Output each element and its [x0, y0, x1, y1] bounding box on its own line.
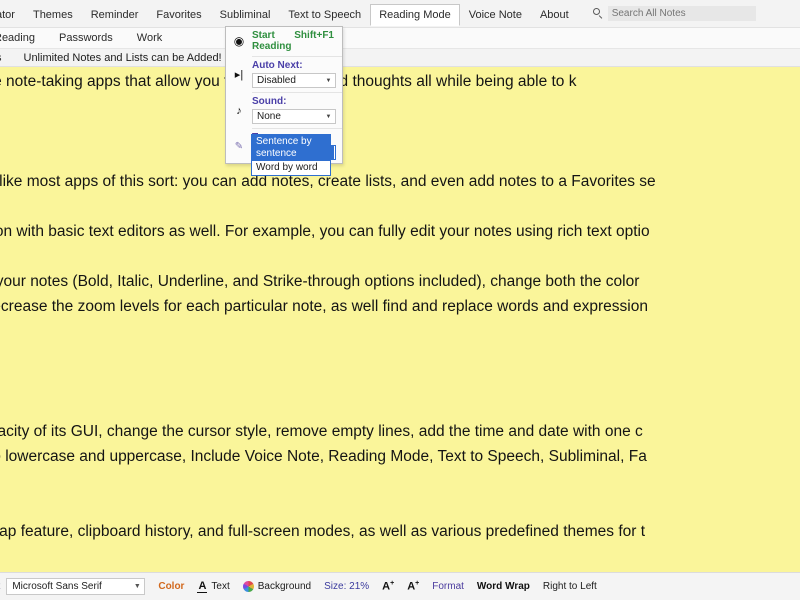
note-editor[interactable]: of many freeware note-taking apps that a… — [0, 67, 800, 572]
tab-reading[interactable]: Reading — [0, 29, 47, 47]
color-button[interactable]: Color — [158, 581, 184, 592]
start-reading-shortcut: Shift+F1 — [294, 30, 334, 41]
menu-item-ator[interactable]: ator — [0, 4, 24, 26]
menu-item-favorites[interactable]: Favorites — [147, 4, 210, 26]
word-wrap-button[interactable]: Word Wrap — [477, 581, 530, 592]
type-option-word-by-word[interactable]: Word by word — [252, 161, 330, 175]
note-line — [0, 194, 800, 219]
menu-item-reminder[interactable]: Reminder — [82, 4, 148, 26]
start-reading-row[interactable]: ◉ Start Reading Shift+F1 — [226, 27, 342, 55]
note-line — [0, 319, 800, 344]
start-reading-label: Start Reading — [252, 30, 292, 52]
decrease-font-button[interactable]: A+ — [407, 580, 419, 593]
note-line: to change the opacity of its GUI, change… — [0, 423, 643, 440]
font-family-select[interactable]: Microsoft Sans Serif ▼ — [6, 578, 146, 595]
note-line — [0, 244, 800, 269]
search-input[interactable] — [607, 6, 756, 21]
skip-next-icon: ▸| — [234, 69, 244, 81]
note-line — [0, 144, 800, 169]
start-reading-entry[interactable]: Start Reading Shift+F1 — [252, 27, 338, 55]
menu-divider — [252, 56, 342, 57]
note-line: Pro Notes is just like most apps of this… — [0, 173, 656, 190]
note-line: as a lot in common with basic text edito… — [0, 223, 650, 240]
tab-passwords[interactable]: Passwords — [47, 29, 125, 47]
menu-item-voice-note[interactable]: Voice Note — [460, 4, 531, 26]
chevron-down-icon: ▼ — [325, 77, 332, 84]
background-color-label: Background — [257, 581, 312, 592]
play-record-icon: ◉ — [233, 34, 245, 48]
type-options-list[interactable]: Sentence by sentence Word by word — [251, 134, 331, 176]
sound-value: None — [257, 111, 281, 122]
music-note-icon: ♪ — [236, 104, 242, 117]
note-line — [0, 394, 800, 419]
search-area — [592, 6, 756, 22]
menu-divider — [252, 92, 342, 93]
info-strip-banner: Unlimited Notes and Lists can be Added! — [23, 51, 222, 64]
menu-item-about[interactable]: About — [531, 4, 578, 26]
note-tab-strip: Reading Passwords Work — [0, 28, 800, 49]
auto-next-label: Auto Next: — [252, 60, 303, 71]
format-button[interactable]: Format — [432, 581, 464, 592]
menu-item-text-to-speech[interactable]: Text to Speech — [279, 4, 370, 26]
text-color-button[interactable]: A Text — [197, 579, 230, 593]
chevron-down-icon: ▼ — [133, 583, 141, 590]
auto-next-value: Disabled — [257, 75, 296, 86]
app-window: ator Themes Reminder Favorites Sublimina… — [0, 0, 800, 600]
font-family-value: Microsoft Sans Serif — [12, 581, 102, 592]
info-strip-lead: s — [0, 52, 12, 64]
type-option-sentence-by-sentence[interactable]: Sentence by sentence — [252, 135, 330, 161]
sound-row: ♪ Sound: None ▼ — [226, 94, 342, 127]
auto-next-select[interactable]: Disabled ▼ — [252, 73, 336, 88]
tab-work[interactable]: Work — [125, 29, 174, 47]
chevron-down-icon: ▼ — [325, 113, 332, 120]
info-strip: s Unlimited Notes and Lists can be Added… — [0, 49, 800, 67]
menu-item-subliminal[interactable]: Subliminal — [211, 4, 280, 26]
menu-bar: ator Themes Reminder Favorites Sublimina… — [0, 0, 800, 28]
note-line — [0, 344, 800, 369]
note-line — [0, 494, 800, 519]
note-line: of many freeware note-taking apps that a… — [0, 73, 577, 90]
menu-item-reading-mode[interactable]: Reading Mode — [370, 3, 460, 26]
color-wheel-icon — [242, 581, 254, 592]
pen-icon: ✎ — [234, 141, 244, 152]
note-text-body[interactable]: of many freeware note-taking apps that a… — [0, 69, 800, 572]
format-status-bar: nt Microsoft Sans Serif ▼ Color A Text B… — [0, 572, 800, 600]
menu-item-themes[interactable]: Themes — [24, 4, 82, 26]
note-line: , increase and decrease the zoom levels … — [0, 298, 648, 315]
search-icon — [592, 7, 604, 20]
note-line — [0, 469, 800, 494]
auto-next-row: ▸| Auto Next: Disabled ▼ — [226, 58, 342, 91]
note-line — [0, 94, 800, 119]
right-to-left-button[interactable]: Right to Left — [543, 581, 597, 592]
zoom-size-label: Size: 21% — [324, 581, 370, 592]
background-color-button[interactable]: Background — [242, 581, 312, 592]
sound-label: Sound: — [252, 96, 287, 107]
note-line — [0, 119, 800, 144]
increase-font-button[interactable]: A+ — [382, 580, 394, 593]
sound-select[interactable]: None ▼ — [252, 109, 336, 124]
note-line: s convert them to lowercase and uppercas… — [0, 448, 647, 465]
note-line: font, the style of your notes (Bold, Ita… — [0, 273, 640, 290]
note-line — [0, 544, 800, 569]
underlined-a-icon: A — [197, 579, 208, 593]
text-color-label: Text — [211, 581, 230, 592]
note-line: nclude a word wrap feature, clipboard hi… — [0, 523, 646, 540]
note-line — [0, 369, 800, 394]
menu-divider — [252, 128, 342, 129]
